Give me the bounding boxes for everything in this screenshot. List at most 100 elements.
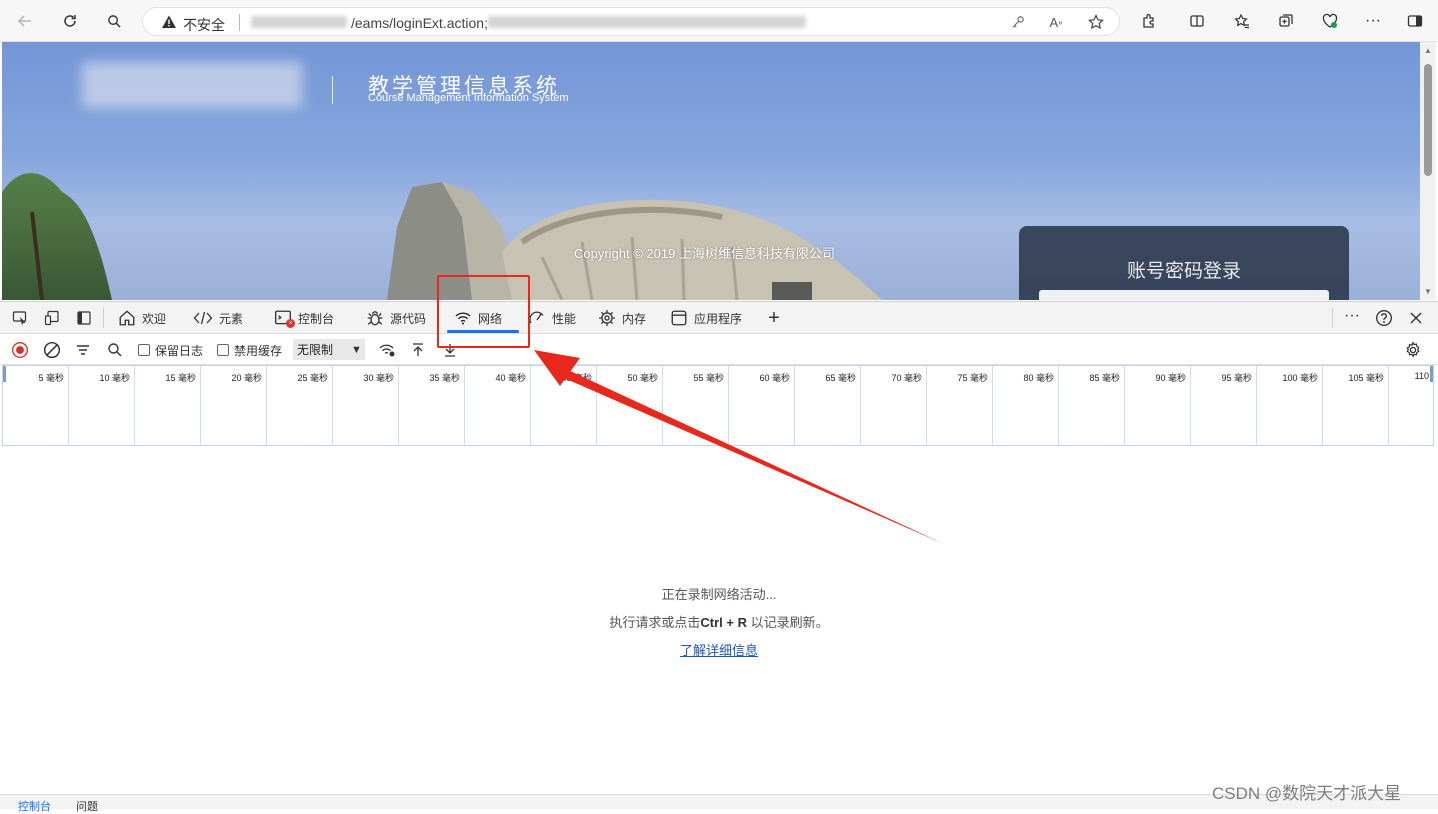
- dropdown-arrow-icon[interactable]: ▼: [351, 340, 362, 360]
- scroll-down-icon[interactable]: ▼: [1424, 287, 1432, 296]
- scroll-up-icon[interactable]: ▲: [1424, 46, 1432, 55]
- page-scrollbar[interactable]: ▲ ▼: [1420, 42, 1436, 300]
- preserve-log-checkbox[interactable]: 保留日志: [138, 340, 203, 360]
- logo-divider: [332, 76, 333, 104]
- search-icon[interactable]: [101, 8, 127, 34]
- device-emulation-icon[interactable]: [43, 309, 61, 327]
- timeline-tick: 25 毫秒: [267, 366, 333, 445]
- learn-more-link[interactable]: 了解详细信息: [680, 643, 758, 658]
- redacted-url: [251, 16, 347, 28]
- timeline-tick: 15 毫秒: [135, 366, 201, 445]
- warning-icon[interactable]: [161, 14, 177, 30]
- network-settings-gear-icon[interactable]: [1404, 340, 1422, 360]
- extensions-icon[interactable]: [1136, 8, 1162, 34]
- timeline-tick-label: 95 毫秒: [1221, 373, 1252, 383]
- inspect-element-icon[interactable]: [11, 309, 29, 327]
- timeline-tick-label: 10 毫秒: [99, 373, 130, 383]
- hint-prefix: 执行请求或点击: [609, 615, 701, 630]
- tab-label: 元素: [219, 311, 244, 326]
- timeline-tick-label: 35 毫秒: [429, 373, 460, 383]
- browser-essentials-icon[interactable]: [1317, 8, 1343, 34]
- tab-console[interactable]: × 控制台: [268, 302, 340, 334]
- redacted-url: [488, 16, 806, 28]
- sidebar-toggle-icon[interactable]: [1402, 8, 1428, 34]
- key-icon[interactable]: [1005, 9, 1031, 35]
- more-menu-icon[interactable]: ···: [1360, 8, 1386, 34]
- login-title: 账号密码登录: [1126, 261, 1241, 282]
- checkbox-box[interactable]: [217, 344, 229, 356]
- search-icon[interactable]: [107, 340, 123, 360]
- username-input[interactable]: [1039, 290, 1329, 300]
- add-tab-icon[interactable]: +: [765, 307, 783, 329]
- annotation-highlight-box: [437, 275, 530, 348]
- web-page-viewport: 教学管理信息系统 Course Management Information S…: [2, 42, 1420, 300]
- network-conditions-icon[interactable]: [378, 340, 396, 360]
- recording-status: 正在录制网络活动...: [661, 587, 777, 602]
- timeline-tick-label: 20 毫秒: [231, 373, 262, 383]
- filter-icon[interactable]: [75, 340, 91, 360]
- timeline-tick: 90 毫秒: [1125, 366, 1191, 445]
- read-aloud-icon[interactable]: A»: [1043, 9, 1069, 35]
- timeline-tick: 85 毫秒: [1059, 366, 1125, 445]
- devtools-tab-bar: 欢迎 元素 × 控制台 源代码 网络 性能 内存 应用程序 + ···: [0, 301, 1438, 334]
- more-options-icon[interactable]: ···: [1343, 307, 1361, 325]
- drawer-tab-issues[interactable]: 问题: [76, 798, 98, 814]
- toolbar-divider: [103, 308, 104, 328]
- copyright-text: Copyright © 2019 上海树维信息科技有限公司: [574, 246, 835, 261]
- tab-application[interactable]: 应用程序: [664, 302, 748, 334]
- watermark-text: CSDN @数院天才派大星: [1212, 784, 1402, 803]
- login-panel: 账号密码登录: [1019, 226, 1349, 300]
- close-devtools-icon[interactable]: [1407, 309, 1425, 327]
- console-icon: ×: [274, 309, 295, 328]
- toolbar-divider: [1332, 308, 1333, 328]
- tab-label: 控制台: [298, 311, 335, 326]
- timeline-tick-label: 80 毫秒: [1023, 373, 1054, 383]
- timeline-tick: 30 毫秒: [333, 366, 399, 445]
- help-icon[interactable]: [1375, 309, 1393, 327]
- tab-performance[interactable]: 性能: [522, 302, 582, 334]
- error-badge-icon: ×: [286, 319, 295, 328]
- drawer-tab-console[interactable]: 控制台: [18, 798, 51, 814]
- browser-toolbar: 不安全 /eams/loginExt.action; A» ···: [0, 0, 1438, 42]
- tab-elements[interactable]: 元素: [187, 302, 249, 334]
- scroll-thumb[interactable]: [1424, 64, 1432, 176]
- timeline-tick-label: 15 毫秒: [165, 373, 196, 383]
- favorites-icon[interactable]: [1229, 8, 1255, 34]
- timeline-handle-right[interactable]: [1430, 366, 1433, 382]
- timeline-tick: 95 毫秒: [1191, 366, 1257, 445]
- memory-icon: [599, 310, 615, 326]
- back-icon[interactable]: [12, 8, 38, 34]
- url-text[interactable]: /eams/loginExt.action;: [351, 15, 488, 31]
- tab-welcome[interactable]: 欢迎: [112, 302, 172, 334]
- code-icon: [193, 311, 213, 325]
- record-icon[interactable]: [11, 340, 29, 360]
- tab-label: 源代码: [390, 311, 427, 326]
- timeline-tick-label: 85 毫秒: [1089, 373, 1120, 383]
- import-har-icon[interactable]: [410, 340, 426, 360]
- dock-panel-icon[interactable]: [75, 309, 93, 327]
- collections-icon[interactable]: [1273, 8, 1299, 34]
- tab-label: 欢迎: [142, 311, 167, 326]
- tab-memory[interactable]: 内存: [592, 302, 652, 334]
- address-bar[interactable]: 不安全 /eams/loginExt.action; A»: [142, 7, 1120, 36]
- disable-cache-label[interactable]: 禁用缓存: [234, 342, 282, 359]
- timeline-tick: 80 毫秒: [993, 366, 1059, 445]
- timeline-tick-label: 100 毫秒: [1282, 373, 1318, 383]
- system-subtitle: Course Management Information System: [368, 92, 569, 104]
- clear-icon[interactable]: [43, 340, 61, 360]
- timeline-tick-label: 75 毫秒: [957, 373, 988, 383]
- checkbox-box[interactable]: [138, 344, 150, 356]
- disable-cache-checkbox[interactable]: 禁用缓存: [217, 340, 282, 360]
- refresh-icon[interactable]: [57, 8, 83, 34]
- timeline-tick-label: 30 毫秒: [363, 373, 394, 383]
- recording-hint: 执行请求或点击Ctrl + R 以记录刷新。: [0, 612, 1438, 631]
- timeline-tick: 110: [1389, 366, 1433, 445]
- timeline-tick: 35 毫秒: [399, 366, 465, 445]
- tab-sources[interactable]: 源代码: [360, 302, 432, 334]
- favorite-star-icon[interactable]: [1083, 9, 1109, 35]
- preserve-log-label[interactable]: 保留日志: [155, 342, 203, 359]
- home-icon: [119, 310, 135, 326]
- hint-suffix: 以记录刷新。: [746, 615, 829, 630]
- security-label[interactable]: 不安全: [183, 15, 225, 35]
- split-screen-icon[interactable]: [1184, 8, 1210, 34]
